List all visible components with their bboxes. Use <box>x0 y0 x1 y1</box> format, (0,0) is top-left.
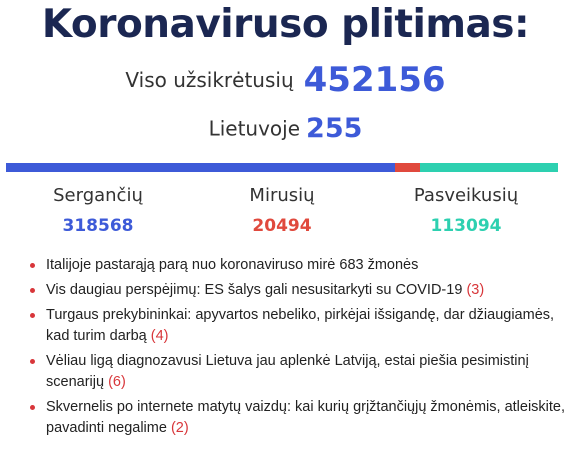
bullet-icon <box>30 359 35 364</box>
comment-count[interactable]: (3) <box>466 282 484 298</box>
stat-sick-label: Sergančių <box>53 185 143 206</box>
news-item[interactable]: Skvernelis po internete matytų vaizdų: k… <box>30 397 565 439</box>
stat-dead-value: 20494 <box>252 216 312 236</box>
news-headline[interactable]: Skvernelis po internete matytų vaizdų: k… <box>46 399 565 436</box>
news-headline[interactable]: Turgaus prekybininkai: apyvartos nebelik… <box>46 307 554 344</box>
stat-recovered-value: 113094 <box>430 216 502 236</box>
comment-count[interactable]: (6) <box>108 374 126 390</box>
stat-dead-label: Mirusių <box>249 185 315 206</box>
page-title: Koronaviruso plitimas: <box>41 2 530 47</box>
bullet-icon <box>30 263 35 268</box>
news-item[interactable]: Vis daugiau perspėjimų: ES šalys gali ne… <box>30 280 565 301</box>
lithuania-row: Lietuvoje 255 <box>0 113 571 144</box>
bullet-icon <box>30 288 35 293</box>
stats-panel: Sergančių 318568 Mirusių 20494 Pasveikus… <box>6 185 558 245</box>
total-infected-value: 452156 <box>303 60 446 100</box>
progress-bar-dead <box>395 163 420 172</box>
comment-count[interactable]: (2) <box>171 420 189 436</box>
lithuania-value: 255 <box>306 113 363 144</box>
total-infected-label: Viso užsikrėtusių <box>125 68 294 92</box>
stat-sick: Sergančių 318568 <box>6 185 190 236</box>
news-item[interactable]: Italijoje pastarąją parą nuo koronavirus… <box>30 255 565 276</box>
total-infected-row: Viso užsikrėtusių 452156 <box>0 60 571 100</box>
progress-bar-recovered <box>420 163 558 172</box>
news-item[interactable]: Vėliau ligą diagnozavusi Lietuva jau apl… <box>30 351 565 393</box>
bullet-icon <box>30 313 35 318</box>
lithuania-label: Lietuvoje <box>208 116 301 141</box>
bullet-icon <box>30 405 35 410</box>
stat-recovered-label: Pasveikusių <box>413 185 519 206</box>
progress-bar-sick <box>6 163 395 172</box>
comment-count[interactable]: (4) <box>151 328 169 344</box>
stat-dead: Mirusių 20494 <box>190 185 374 236</box>
stat-recovered: Pasveikusių 113094 <box>374 185 558 236</box>
news-headline[interactable]: Italijoje pastarąją parą nuo koronavirus… <box>46 257 418 273</box>
stat-sick-value: 318568 <box>62 216 134 236</box>
news-list: Italijoje pastarąją parą nuo koronavirus… <box>30 255 565 443</box>
news-headline[interactable]: Vis daugiau perspėjimų: ES šalys gali ne… <box>46 282 462 298</box>
news-item[interactable]: Turgaus prekybininkai: apyvartos nebelik… <box>30 305 565 347</box>
